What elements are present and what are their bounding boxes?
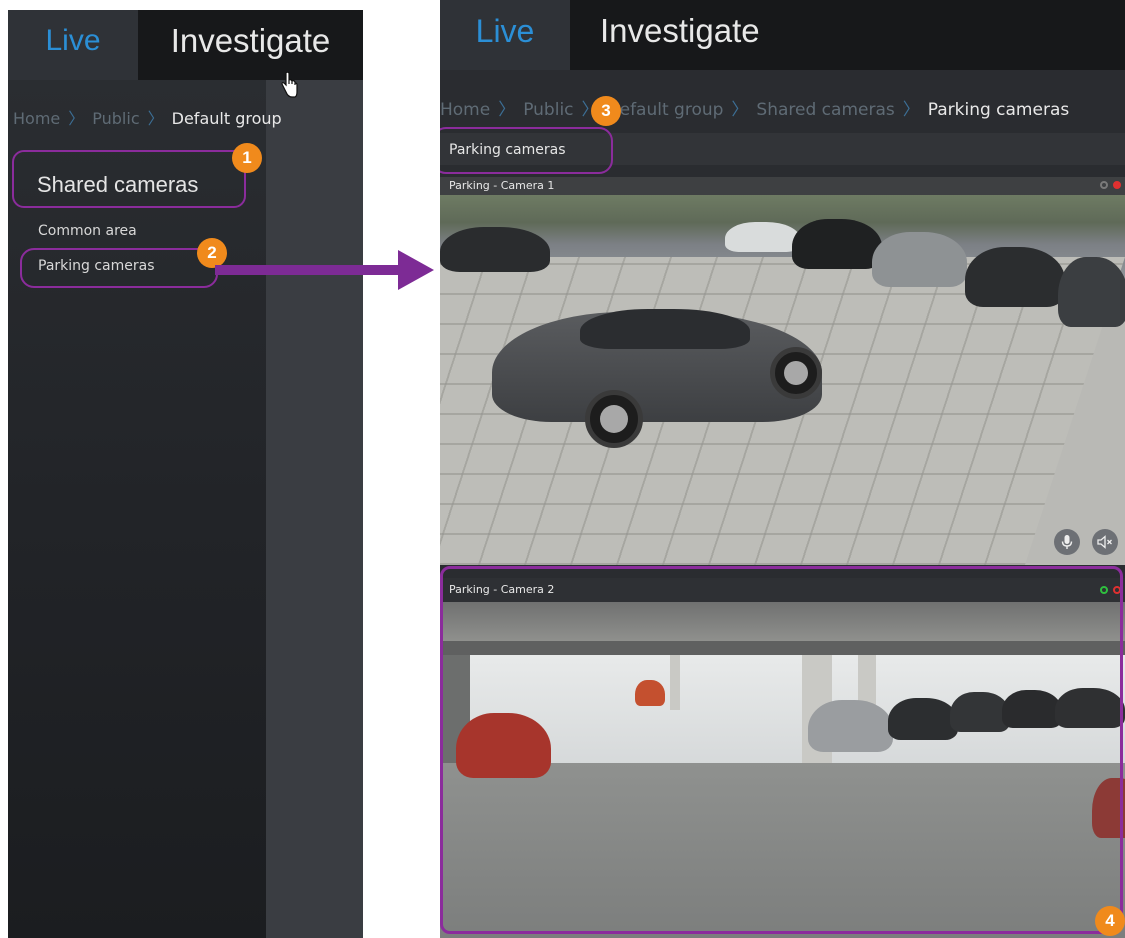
speaker-button[interactable] (1092, 529, 1118, 555)
breadcrumb-public[interactable]: Public (92, 109, 139, 128)
camera-1-title: Parking - Camera 1 (449, 179, 555, 192)
callout-badge-3: 3 (591, 96, 621, 126)
status-dot-recording (1113, 181, 1121, 189)
chevron-right-icon: 〉 (902, 100, 920, 120)
breadcrumb: Home 〉 Public 〉 Default group (13, 105, 282, 129)
tree-item-common-area[interactable]: Common area (38, 223, 137, 239)
breadcrumb-default-group: Default group (171, 109, 282, 128)
car (725, 222, 800, 252)
breadcrumb-default-group[interactable]: Default group (607, 100, 724, 120)
tab-live[interactable]: Live (8, 10, 138, 80)
car (1058, 257, 1125, 327)
tab-live[interactable]: Live (440, 0, 570, 70)
breadcrumb: Home 〉 Public 〉 Default group 〉 Shared cameras… (440, 95, 1069, 120)
car (965, 247, 1065, 307)
callout-badge-1: 1 (232, 143, 262, 173)
camera-tile-1[interactable]: Parking - Camera 1 (440, 177, 1125, 565)
tab-bar: Live Investigate (8, 10, 363, 80)
callout-outline-4 (440, 566, 1123, 934)
wheel (585, 390, 643, 448)
status-dot-idle (1100, 181, 1108, 189)
car (440, 227, 550, 272)
microphone-button[interactable] (1054, 529, 1080, 555)
breadcrumb-public[interactable]: Public (523, 100, 573, 120)
callout-outline-3 (440, 127, 613, 174)
callout-outline-1 (12, 150, 246, 208)
chevron-right-icon: 〉 (147, 109, 164, 128)
chevron-right-icon: 〉 (731, 100, 749, 120)
tree-pane (8, 80, 266, 938)
right-panel: Live Investigate Home 〉 Public 〉 Default gro… (440, 0, 1125, 938)
microphone-icon (1061, 535, 1073, 549)
tree-pane-right-column (266, 80, 363, 938)
speaker-mute-icon (1097, 535, 1112, 549)
main-car-windows (580, 309, 750, 349)
callout-badge-4: 4 (1095, 906, 1125, 936)
car (872, 232, 967, 287)
chevron-right-icon: 〉 (68, 109, 85, 128)
left-panel: Live Investigate Home 〉 Public 〉 Default gro… (8, 10, 363, 938)
arrow-right-icon (398, 250, 434, 290)
chevron-right-icon: 〉 (498, 100, 516, 120)
car (792, 219, 882, 269)
tab-investigate[interactable]: Investigate (138, 10, 363, 80)
breadcrumb-home[interactable]: Home (440, 100, 490, 120)
camera-1-header: Parking - Camera 1 (440, 177, 1125, 195)
wheel (770, 347, 822, 399)
breadcrumb-parking-cameras: Parking cameras (927, 100, 1070, 120)
breadcrumb-shared-cameras[interactable]: Shared cameras (756, 100, 894, 120)
tab-bar: Live Investigate (440, 0, 1125, 70)
tab-investigate[interactable]: Investigate (570, 0, 1125, 70)
arrow-shaft (215, 265, 405, 275)
callout-outline-2 (20, 248, 218, 288)
callout-badge-2: 2 (197, 238, 227, 268)
hand-pointer-icon (281, 72, 298, 98)
breadcrumb-home[interactable]: Home (13, 109, 60, 128)
